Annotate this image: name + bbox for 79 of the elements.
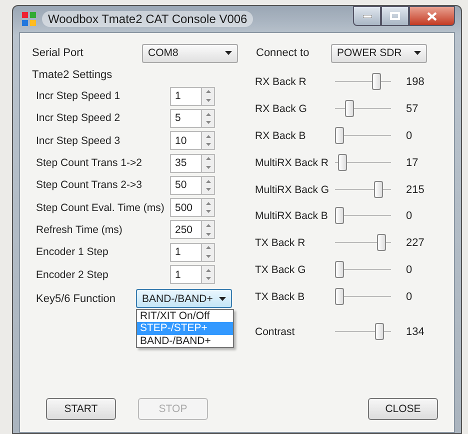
slider-thumb[interactable] (335, 126, 344, 144)
field-label: Serial Port (32, 47, 84, 59)
slider-value: 198 (406, 76, 424, 88)
dropdown-option[interactable]: BAND-/BAND+ (137, 334, 233, 348)
spinner-arrows[interactable] (201, 176, 215, 195)
slider-value: 227 (406, 237, 424, 250)
close-icon (427, 12, 437, 20)
slider-label: RX Back B (255, 130, 307, 142)
maximize-icon (390, 12, 400, 20)
slider-thumb[interactable] (374, 322, 384, 340)
field-label: Incr Step Speed 2 (36, 112, 122, 124)
dialog-button[interactable]: START (46, 398, 116, 420)
spin-field[interactable]: 1 (170, 86, 201, 106)
dropdown[interactable]: POWER SDR (331, 44, 427, 62)
caret-icon (219, 296, 226, 301)
field-label: Incr Step Speed 3 (36, 134, 122, 147)
dropdown[interactable]: BAND-/BAND+ (136, 289, 232, 308)
field-label: Step Count Trans 2->3 (36, 179, 143, 192)
field-label: Encoder 1 Step (36, 246, 110, 258)
field-label: Refresh Time (ms) (36, 224, 124, 236)
spinner-arrows[interactable] (201, 131, 215, 150)
slider-value: 0 (406, 130, 412, 142)
slider-label: TX Back R (255, 237, 306, 250)
caret-icon (225, 51, 232, 55)
dropdown-option[interactable]: RIT/XIT On/Off (137, 310, 233, 322)
slider-thumb[interactable] (372, 73, 381, 90)
spin-field[interactable]: 1 (170, 265, 201, 284)
slider-value: 134 (406, 326, 424, 338)
spin-field[interactable]: 35 (170, 154, 201, 173)
slider-thumb[interactable] (376, 234, 386, 252)
spinner-arrows[interactable] (201, 198, 215, 218)
slider-thumb[interactable] (335, 288, 344, 305)
slider-value: 0 (406, 264, 412, 276)
slider-label: TX Back G (255, 264, 307, 276)
section-title: Tmate2 Settings (32, 69, 112, 81)
spin-field[interactable]: 5 (170, 108, 201, 128)
slider-thumb[interactable] (345, 100, 354, 118)
spinner-arrows[interactable] (201, 154, 215, 173)
spin-field[interactable]: 10 (170, 131, 201, 150)
slider-value: 0 (406, 210, 412, 222)
maximize-button[interactable] (381, 6, 409, 26)
slider-label: RX Back R (255, 76, 308, 88)
spin-field[interactable]: 500 (170, 198, 201, 218)
spinner-arrows[interactable] (201, 86, 215, 106)
close-button[interactable] (409, 6, 455, 26)
slider-label: MultiRX Back B (255, 210, 329, 222)
dropdown[interactable]: COM8 (142, 44, 238, 62)
field-label: Encoder 2 Step (36, 268, 110, 281)
field-label: Incr Step Speed 1 (36, 90, 122, 102)
slider-value: 215 (406, 184, 424, 196)
slider-thumb[interactable] (338, 154, 348, 171)
slider-thumb[interactable] (374, 180, 384, 198)
dialog-button[interactable]: CLOSE (368, 398, 438, 420)
slider-value: 0 (406, 290, 412, 303)
spinner-arrows[interactable] (201, 242, 215, 262)
spin-field[interactable]: 50 (170, 176, 201, 195)
caret-icon (414, 51, 421, 55)
spin-field[interactable]: 250 (170, 220, 201, 240)
slider-label: MultiRX Back R (255, 156, 330, 169)
field-label: Step Count Trans 1->2 (36, 157, 143, 170)
slider-value: 57 (406, 103, 418, 116)
field-label: Key5/6 Function (36, 292, 116, 305)
slider-thumb[interactable] (335, 207, 344, 224)
field-label: Connect to (256, 47, 310, 59)
window-title: Woodbox Tmate2 CAT Console V006 (42, 11, 254, 27)
slider-label: RX Back G (255, 103, 308, 116)
slider-value: 17 (406, 156, 418, 169)
minimize-button[interactable] (353, 6, 381, 26)
spinner-arrows[interactable] (201, 108, 215, 128)
slider-label: TX Back B (255, 290, 306, 303)
slider-label: MultiRX Back G (255, 184, 330, 196)
minimize-icon (362, 14, 372, 18)
spin-field[interactable]: 1 (170, 242, 201, 262)
slider-thumb[interactable] (335, 260, 344, 278)
spinner-arrows[interactable] (201, 220, 215, 240)
spinner-arrows[interactable] (201, 265, 215, 284)
slider-label: Contrast (255, 326, 296, 338)
app-icon (21, 11, 37, 27)
field-label: Step Count Eval. Time (ms) (36, 202, 166, 214)
